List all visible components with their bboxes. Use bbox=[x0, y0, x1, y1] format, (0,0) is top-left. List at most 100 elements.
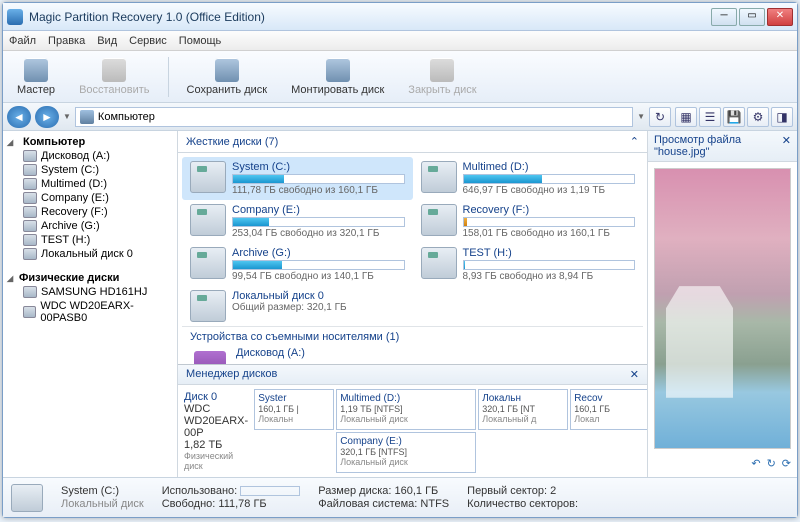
drive-icon bbox=[23, 206, 37, 218]
tree-item-recovery[interactable]: Recovery (F:) bbox=[3, 205, 177, 219]
menu-service[interactable]: Сервис bbox=[129, 35, 167, 47]
dm-cell[interactable]: Recov160,1 ГБЛокал bbox=[570, 389, 647, 430]
window-title: Magic Partition Recovery 1.0 (Office Edi… bbox=[29, 10, 711, 24]
view-large-button[interactable]: ▦ bbox=[675, 107, 697, 127]
disk-manager-panel: Менеджер дисков✕ Диск 0 WDC WD20EARX-00P… bbox=[178, 364, 647, 477]
menu-file[interactable]: Файл bbox=[9, 35, 36, 47]
disk-system[interactable]: System (C:)111,78 ГБ свободно из 160,1 Г… bbox=[182, 157, 413, 200]
address-field[interactable]: Компьютер bbox=[75, 107, 633, 127]
refresh-button[interactable]: ↻ bbox=[649, 107, 671, 127]
tree-item-archive[interactable]: Archive (G:) bbox=[3, 219, 177, 233]
view-details-button[interactable]: ☰ bbox=[699, 107, 721, 127]
tree-physical-disks[interactable]: ◢Физические диски bbox=[3, 271, 177, 285]
nav-bar: ◄ ► ▼ Компьютер ▼ ↻ ▦ ☰ 💾 ⚙ ◨ bbox=[3, 103, 797, 131]
app-icon bbox=[7, 9, 23, 25]
drive-icon bbox=[23, 164, 37, 176]
dm-cell[interactable]: Multimed (D:)1,19 ТБ [NTFS]Локальный дис… bbox=[336, 389, 476, 430]
mount-disk-button[interactable]: Монтировать диск bbox=[281, 53, 394, 101]
status-disk-type: Локальный диск bbox=[61, 498, 144, 510]
tree-item-system[interactable]: System (C:) bbox=[3, 163, 177, 177]
disk-multimed[interactable]: Multimed (D:)646,97 ГБ свободно из 1,19 … bbox=[413, 157, 644, 200]
menu-bar: Файл Правка Вид Сервис Помощь bbox=[3, 31, 797, 51]
hdd-icon bbox=[23, 286, 37, 298]
dm-physical-disk[interactable]: Диск 0 WDC WD20EARX-00P 1,82 ТБ Физическ… bbox=[182, 389, 250, 473]
main-area: ◢Компьютер Дисковод (A:) System (C:) Mul… bbox=[3, 131, 797, 477]
preview-image bbox=[654, 168, 791, 449]
drive-icon bbox=[23, 248, 37, 260]
rotate-left-icon[interactable]: ↶ bbox=[751, 457, 760, 475]
save-disk-icon bbox=[215, 58, 239, 82]
preview-header[interactable]: Просмотр файла "house.jpg"✕ bbox=[648, 131, 797, 162]
disk-list: System (C:)111,78 ГБ свободно из 160,1 Г… bbox=[178, 153, 647, 364]
app-window: Magic Partition Recovery 1.0 (Office Edi… bbox=[2, 2, 798, 518]
options-button[interactable]: ⚙ bbox=[747, 107, 769, 127]
disk-manager-header[interactable]: Менеджер дисков✕ bbox=[178, 365, 647, 385]
rotate-icon[interactable]: ⟳ bbox=[782, 457, 791, 475]
address-dropdown[interactable]: ▼ bbox=[637, 112, 645, 121]
nav-back-button[interactable]: ◄ bbox=[7, 106, 31, 128]
computer-icon bbox=[80, 110, 94, 124]
status-disk-name: System (C:) bbox=[61, 485, 144, 497]
disk-archive[interactable]: Archive (G:)99,54 ГБ свободно из 140,1 Г… bbox=[182, 243, 413, 286]
floppy-icon bbox=[194, 351, 226, 364]
sidebar-tree[interactable]: ◢Компьютер Дисковод (A:) System (C:) Mul… bbox=[3, 131, 178, 477]
floppy-icon bbox=[23, 150, 37, 162]
close-preview-icon[interactable]: ✕ bbox=[782, 134, 791, 158]
tree-computer[interactable]: ◢Компьютер bbox=[3, 135, 177, 149]
toggle-preview-button[interactable]: ◨ bbox=[771, 107, 793, 127]
disk-test[interactable]: TEST (H:)8,93 ГБ свободно из 8,94 ГБ bbox=[413, 243, 644, 286]
drive-icon bbox=[421, 247, 457, 279]
disk-floppy[interactable]: Дисковод (A:) bbox=[182, 343, 643, 364]
dm-partition-grid: Syster160,1 ГБ |Локальн Multimed (D:)1,1… bbox=[254, 389, 647, 473]
tree-item-local0[interactable]: Локальный диск 0 bbox=[3, 247, 177, 261]
save-button[interactable]: 💾 bbox=[723, 107, 745, 127]
close-button[interactable]: ✕ bbox=[767, 8, 793, 26]
disk-company[interactable]: Company (E:)253,04 ГБ свободно из 320,1 … bbox=[182, 200, 413, 243]
status-bar: System (C:) Локальный диск Использовано:… bbox=[3, 477, 797, 517]
tree-item-company[interactable]: Company (E:) bbox=[3, 191, 177, 205]
tree-phys-wdc[interactable]: WDC WD20EARX-00PASB0 bbox=[3, 299, 177, 325]
menu-help[interactable]: Помощь bbox=[179, 35, 222, 47]
hard-disks-header[interactable]: Жесткие диски (7)⌃ bbox=[178, 131, 647, 153]
dm-cell[interactable]: Локальн320,1 ГБ [NTЛокальный д bbox=[478, 389, 568, 430]
rotate-right-icon[interactable]: ↻ bbox=[767, 457, 776, 475]
drive-icon bbox=[421, 161, 457, 193]
restore-icon bbox=[102, 58, 126, 82]
status-drive-icon bbox=[11, 484, 43, 512]
drive-icon bbox=[23, 192, 37, 204]
drive-icon bbox=[421, 204, 457, 236]
tree-item-floppy[interactable]: Дисковод (A:) bbox=[3, 149, 177, 163]
drive-icon bbox=[23, 220, 37, 232]
tree-phys-samsung[interactable]: SAMSUNG HD161HJ bbox=[3, 285, 177, 299]
drive-icon bbox=[23, 178, 37, 190]
toolbar-separator bbox=[168, 57, 169, 97]
menu-view[interactable]: Вид bbox=[97, 35, 117, 47]
maximize-button[interactable]: ▭ bbox=[739, 8, 765, 26]
disk-local0[interactable]: Локальный диск 0Общий размер: 320,1 ГБ bbox=[182, 286, 643, 326]
titlebar[interactable]: Magic Partition Recovery 1.0 (Office Edi… bbox=[3, 3, 797, 31]
nav-history-dropdown[interactable]: ▼ bbox=[63, 112, 71, 121]
wand-icon bbox=[24, 58, 48, 82]
address-text: Компьютер bbox=[98, 111, 155, 123]
preview-panel: Просмотр файла "house.jpg"✕ ↶ ↻ ⟳ bbox=[647, 131, 797, 477]
save-disk-button[interactable]: Сохранить диск bbox=[177, 53, 278, 101]
dm-cell[interactable]: Syster160,1 ГБ |Локальн bbox=[254, 389, 334, 430]
close-disk-button: Закрыть диск bbox=[398, 53, 486, 101]
close-panel-icon[interactable]: ✕ bbox=[630, 368, 639, 381]
menu-edit[interactable]: Правка bbox=[48, 35, 85, 47]
minimize-button[interactable]: ─ bbox=[711, 8, 737, 26]
tree-item-test[interactable]: TEST (H:) bbox=[3, 233, 177, 247]
dm-cell[interactable]: Company (E:)320,1 ГБ [NTFS]Локальный дис… bbox=[336, 432, 476, 473]
tree-item-multimed[interactable]: Multimed (D:) bbox=[3, 177, 177, 191]
nav-forward-button[interactable]: ► bbox=[35, 106, 59, 128]
removable-header[interactable]: Устройства со съемными носителями (1) bbox=[182, 326, 643, 343]
disk-recovery[interactable]: Recovery (F:)158,01 ГБ свободно из 160,1… bbox=[413, 200, 644, 243]
restore-button: Восстановить bbox=[69, 53, 159, 101]
wizard-button[interactable]: Мастер bbox=[7, 53, 65, 101]
status-usage-bar bbox=[240, 486, 300, 496]
drive-icon bbox=[190, 161, 226, 193]
collapse-icon[interactable]: ⌃ bbox=[630, 135, 639, 148]
toolbar: Мастер Восстановить Сохранить диск Монти… bbox=[3, 51, 797, 103]
center-panel: Жесткие диски (7)⌃ System (C:)111,78 ГБ … bbox=[178, 131, 647, 477]
drive-icon bbox=[190, 204, 226, 236]
